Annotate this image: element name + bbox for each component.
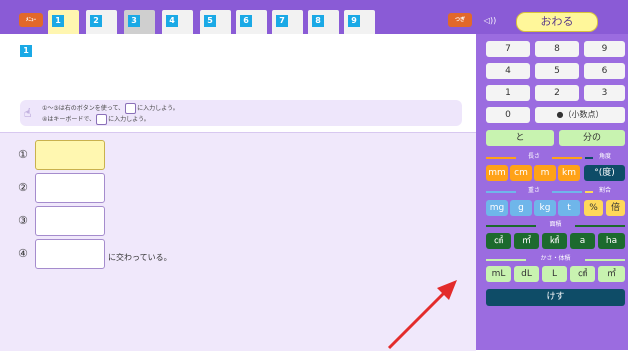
key-a[interactable]: a [570,233,595,249]
section-area: 面積 [486,221,625,229]
tab-number: 8 [312,15,324,27]
tab-1[interactable]: 1 [48,10,79,34]
answer-input-4[interactable] [35,239,105,269]
key-m3[interactable]: ㎥ [598,266,625,282]
key-times[interactable]: 倍 [606,200,625,216]
tab-5[interactable]: 5 [200,10,231,34]
tab-number: 5 [204,15,216,27]
tab-9[interactable]: 9 [344,10,375,34]
tab-6[interactable]: 6 [236,10,267,34]
tab-number: 4 [166,15,178,27]
end-button[interactable]: おわる [516,12,598,32]
key-5[interactable]: 5 [535,63,579,79]
key-9[interactable]: 9 [584,41,625,57]
tab-number: 3 [128,15,140,27]
question-badge: 1 [20,45,32,57]
tab-7[interactable]: 7 [272,10,303,34]
key-l[interactable]: L [542,266,567,282]
hint-line-1: ①〜③は右のボタンを使って、 に入力しよう。 [42,103,179,114]
speaker-icon[interactable]: ◁)) [479,14,501,28]
key-t[interactable]: t [558,200,580,216]
key-8[interactable]: 8 [535,41,579,57]
key-2[interactable]: 2 [535,85,579,101]
tab-number: 2 [90,15,102,27]
key-percent[interactable]: % [584,200,603,216]
erase-button[interactable]: けす [486,289,625,306]
key-bunno[interactable]: 分の [559,130,625,146]
answer-label-3: ③ [18,214,28,227]
key-0[interactable]: 0 [486,107,530,123]
next-button[interactable]: つぎ [448,13,472,27]
key-mg[interactable]: mg [486,200,508,216]
hint-line-2: ④はキーボードで、 に入力しよう。 [42,114,150,125]
answer-label-1: ① [18,148,28,161]
key-degree[interactable]: °(度) [584,165,625,181]
input-box-icon [96,114,108,125]
key-mm[interactable]: mm [486,165,508,181]
key-ml[interactable]: mL [486,266,511,282]
key-3[interactable]: 3 [584,85,625,101]
menu-button[interactable]: ﾒﾆｭｰ [19,13,43,27]
key-m2[interactable]: ㎡ [514,233,539,249]
hint-box: ☝ ①〜③は右のボタンを使って、 に入力しよう。 ④はキーボードで、 に入力しよう。 [20,100,462,126]
tab-number: 1 [52,15,64,27]
answer-input-3[interactable] [35,206,105,236]
tab-number: 9 [348,15,360,27]
key-to[interactable]: と [486,130,554,146]
key-1[interactable]: 1 [486,85,530,101]
key-dl[interactable]: dL [514,266,539,282]
key-ha[interactable]: ha [598,233,625,249]
tab-8[interactable]: 8 [308,10,339,34]
input-box-icon [125,103,137,114]
key-m[interactable]: m [534,165,556,181]
tab-2[interactable]: 2 [86,10,117,34]
pointing-hand-icon: ☝ [24,106,32,120]
answer-label-2: ② [18,181,28,194]
key-cm2[interactable]: ㎠ [486,233,511,249]
red-arrow-icon [387,280,457,350]
answer-label-4: ④ [18,247,28,260]
key-decimal-point[interactable]: ●（小数点） [535,107,625,123]
key-7[interactable]: 7 [486,41,530,57]
answer-input-1[interactable] [35,140,105,170]
tab-4[interactable]: 4 [162,10,193,34]
key-km2[interactable]: ㎢ [542,233,567,249]
answer-input-2[interactable] [35,173,105,203]
tab-3[interactable]: 3 [124,10,155,34]
key-4[interactable]: 4 [486,63,530,79]
section-ratio: 割合 [585,187,625,195]
section-angle: 角度 [585,153,625,161]
section-length: 長さ [486,153,582,161]
section-weight: 重さ [486,187,582,195]
section-volume: かさ・体積 [486,255,625,263]
key-cm[interactable]: cm [510,165,532,181]
key-km[interactable]: km [558,165,580,181]
top-bar: ﾒﾆｭｰ 1 2 3 4 5 6 7 8 9 つぎ ◁)) おわる [0,0,628,34]
key-g[interactable]: g [510,200,532,216]
tab-number: 6 [240,15,252,27]
tab-number: 7 [276,15,288,27]
answer-suffix-text: に交わっている。 [108,253,172,262]
key-6[interactable]: 6 [584,63,625,79]
key-kg[interactable]: kg [534,200,556,216]
key-cm3[interactable]: ㎤ [570,266,595,282]
